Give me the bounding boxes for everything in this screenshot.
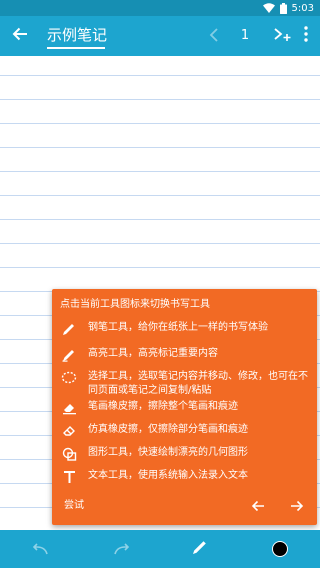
tip-item-text: 文本工具，使用系统输入法录入文本 xyxy=(88,470,248,481)
tip-item-text: 选择工具，选取笔记内容并移动、修改，也可在不同页面或笔记之间复制/粘贴 xyxy=(88,371,308,396)
color-picker-button[interactable] xyxy=(268,537,292,561)
app-bar: 示例笔记 1 xyxy=(0,16,320,56)
previous-page-button[interactable] xyxy=(203,24,225,48)
tip-next-button[interactable] xyxy=(288,497,306,515)
add-page-icon xyxy=(274,26,292,46)
shape-icon xyxy=(61,446,77,462)
tip-header: 点击当前工具图标来切换书写工具 xyxy=(60,299,210,310)
more-options-button[interactable] xyxy=(297,24,315,48)
bottom-toolbar xyxy=(0,530,320,568)
status-icons: 5:03 xyxy=(262,1,314,15)
wifi-icon xyxy=(262,3,275,13)
undo-button[interactable] xyxy=(28,537,52,561)
add-page-button[interactable] xyxy=(271,24,295,48)
arrow-right-icon xyxy=(290,497,304,516)
tip-item-text: 高亮工具，高亮标记重要内容 xyxy=(88,348,218,359)
stroke-eraser-icon xyxy=(61,400,77,416)
arrow-back-icon xyxy=(12,26,28,46)
color-picker-icon xyxy=(272,541,288,557)
page-number: 1 xyxy=(240,28,250,43)
more-vert-icon xyxy=(304,26,308,46)
pen-tool-button[interactable] xyxy=(188,537,212,561)
back-button[interactable] xyxy=(8,24,32,48)
try-button[interactable]: 尝试 xyxy=(64,499,84,513)
tip-item-text: 图形工具，快速绘制漂亮的几何图形 xyxy=(88,447,248,458)
tool-tip-card: 点击当前工具图标来切换书写工具 钢笔工具，给你在纸张上一样的书写体验 高亮工具，… xyxy=(52,289,317,525)
battery-icon xyxy=(279,2,287,14)
partial-eraser-icon xyxy=(61,423,77,439)
text-icon xyxy=(61,469,77,485)
tip-item-text: 仿真橡皮擦，仅擦除部分笔画和痕迹 xyxy=(88,424,248,435)
undo-icon xyxy=(32,540,48,559)
status-time: 5:03 xyxy=(291,2,314,14)
redo-icon xyxy=(114,540,130,559)
tip-previous-button[interactable] xyxy=(249,497,267,515)
redo-button[interactable] xyxy=(110,537,134,561)
status-bar: 5:03 xyxy=(0,0,320,16)
note-title: 示例笔记 xyxy=(47,26,108,44)
tip-item-text: 笔画橡皮擦，擦除整个笔画和痕迹 xyxy=(88,401,238,412)
lasso-icon xyxy=(61,370,77,386)
arrow-left-icon xyxy=(251,497,265,516)
pen-icon xyxy=(192,539,208,559)
chevron-left-icon xyxy=(209,27,219,46)
highlighter-icon xyxy=(61,347,77,363)
tip-item-text: 钢笔工具，给你在纸张上一样的书写体验 xyxy=(88,322,268,333)
pen-icon xyxy=(61,321,77,337)
note-title-field[interactable]: 示例笔记 xyxy=(47,24,108,49)
